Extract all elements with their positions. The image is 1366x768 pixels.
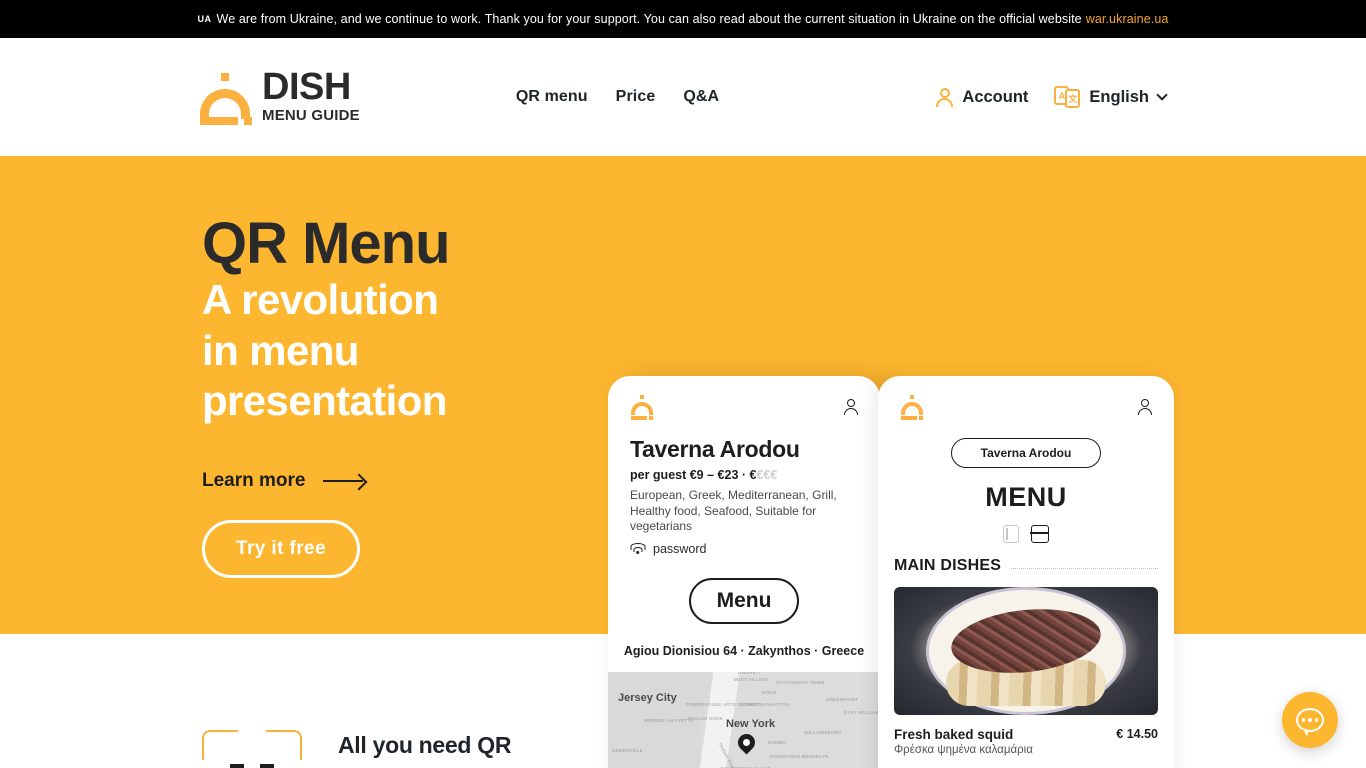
person-icon[interactable] xyxy=(844,399,858,415)
dish-subtitle: Φρέσκα ψημένα καλαμάρια xyxy=(894,744,1033,756)
dish-dome-logo-icon xyxy=(200,73,252,125)
map-label-small: DISTRICT xyxy=(738,671,761,675)
card-view-icon[interactable] xyxy=(1003,525,1019,543)
main-navigation: QR menu Price Q&A xyxy=(516,88,719,106)
person-icon xyxy=(936,87,954,107)
menu-button[interactable]: Menu xyxy=(689,577,799,624)
language-selector[interactable]: A 文 English xyxy=(1054,86,1168,108)
account-button[interactable]: Account xyxy=(936,87,1029,107)
hero-title: QR Menu xyxy=(202,211,451,276)
dish-name: Fresh baked squid xyxy=(894,727,1014,742)
map-label-small: GREENVILLE xyxy=(612,747,643,753)
map-label-small: STUYVESANT TOWN xyxy=(776,679,825,685)
ukraine-support-banner: UA We are from Ukraine, and we continue … xyxy=(0,0,1366,38)
category-title: MAIN DISHES xyxy=(894,557,1002,574)
menu-heading: MENU xyxy=(985,482,1067,512)
cuisine-categories: European, Greek, Mediterranean, Grill, H… xyxy=(630,488,837,534)
wifi-label: password xyxy=(653,541,707,556)
map-label-small: BERGEN LAFAYETTE xyxy=(644,717,694,723)
map-label-jersey-city: Jersey City xyxy=(618,691,677,704)
nav-item-qa[interactable]: Q&A xyxy=(683,88,719,106)
logo-title: DISH xyxy=(262,66,351,108)
view-mode-toggle xyxy=(878,525,1174,543)
banner-link[interactable]: war.ukraine.ua xyxy=(1086,12,1169,26)
chevron-down-icon xyxy=(1156,89,1168,101)
logo[interactable]: DISH MENU GUIDE xyxy=(200,66,360,125)
location-map[interactable]: Jersey City New York BROOKLYN DISTRICT B… xyxy=(608,671,880,768)
logo-subtitle: MENU GUIDE xyxy=(262,107,360,125)
hero-section: QR Menu A revolution in menu presentatio… xyxy=(0,156,1366,768)
language-label: English xyxy=(1089,87,1149,106)
dish-photo[interactable] xyxy=(894,587,1158,715)
category-header: MAIN DISHES xyxy=(878,543,1174,575)
hero-copy: QR Menu A revolution in menu presentatio… xyxy=(0,156,470,579)
wifi-row[interactable]: password xyxy=(608,535,880,556)
arrow-right-icon xyxy=(323,474,365,488)
qr-code-icon xyxy=(202,730,302,768)
phone-right-topbar xyxy=(878,376,1174,420)
map-label-small: EAST WILLIAMSBURG xyxy=(844,709,880,715)
price-range-main: per guest €9 – €23 · € xyxy=(630,468,757,482)
map-label-small: DUMBO xyxy=(768,739,787,745)
wifi-icon xyxy=(630,542,645,555)
header-actions: Account A 文 English xyxy=(936,86,1168,108)
map-label-small: DOWNTOWN BROOKLYN xyxy=(770,753,829,759)
dish-price: € 14.50 xyxy=(1116,727,1158,741)
account-label: Account xyxy=(962,87,1029,106)
features-heading: All you need QR xyxy=(338,732,512,758)
restaurant-address: Agiou Dionisiou 64 · Zakynthos · Greece xyxy=(623,643,865,658)
restaurant-name: Taverna Arodou xyxy=(630,436,800,462)
phone-restaurant-card: Taverna Arodou per guest €9 – €23 · €€€€… xyxy=(608,376,880,768)
list-view-icon[interactable] xyxy=(1030,525,1049,543)
restaurant-pill[interactable]: Taverna Arodou xyxy=(951,438,1101,468)
map-label-small: NOHO xyxy=(762,689,777,695)
ukraine-flag-label: UA xyxy=(197,14,212,24)
price-range-dim: €€€ xyxy=(756,468,778,482)
learn-more-label: Learn more xyxy=(202,470,306,492)
nav-item-qr-menu[interactable]: QR menu xyxy=(516,88,588,106)
site-header: DISH MENU GUIDE QR menu Price Q&A Accoun… xyxy=(0,38,1366,156)
translate-icon-letter-cjk: 文 xyxy=(1065,89,1081,108)
person-icon[interactable] xyxy=(1138,399,1152,415)
phone-left-topbar xyxy=(608,376,880,420)
map-label-small: GREENPOINT xyxy=(826,696,859,702)
banner-text: We are from Ukraine, and we continue to … xyxy=(216,12,1082,26)
chat-support-button[interactable] xyxy=(1282,692,1338,748)
hero-subtitle: A revolution in menu presentation xyxy=(202,276,447,424)
translate-icon: A 文 xyxy=(1054,86,1081,108)
try-it-free-button[interactable]: Try it free xyxy=(202,520,360,579)
map-label-small: WILLIAMSBURG xyxy=(804,729,842,735)
map-label-small: POWERHOUSE ARTS DISTRICT xyxy=(686,701,761,707)
phone-menu-card: Taverna Arodou MENU MAIN DISHES Fresh ba… xyxy=(878,376,1174,768)
menu-item[interactable]: Fresh baked squid € 14.50 xyxy=(878,715,1174,742)
price-range: per guest €9 – €23 · €€€€ xyxy=(608,463,880,482)
chat-bubble-icon xyxy=(1296,708,1324,732)
map-label-new-york: New York xyxy=(726,717,776,730)
learn-more-link[interactable]: Learn more xyxy=(202,470,365,492)
category-divider xyxy=(1011,567,1158,569)
dish-dome-logo-icon[interactable] xyxy=(630,394,654,420)
map-label-small: BEST VILLAGE xyxy=(734,676,769,682)
nav-item-price[interactable]: Price xyxy=(616,88,656,106)
dish-dome-logo-icon[interactable] xyxy=(900,394,924,420)
